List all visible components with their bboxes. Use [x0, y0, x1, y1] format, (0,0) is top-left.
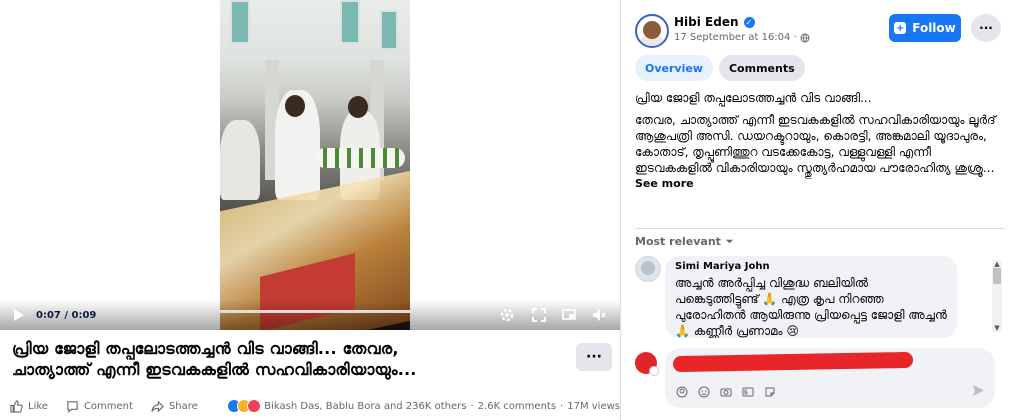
thumbs-up-icon [10, 399, 23, 413]
like-label: Like [28, 400, 48, 412]
engagement-summary: Bikash Das, Bablu Bora and 236K others ·… [227, 399, 620, 413]
post-title-line-2: ചാത്യാത്ത് എന്നീ ഇടവകകളിൽ സഹവികാരിയായും.… [12, 360, 417, 379]
tab-comments[interactable]: Comments [718, 55, 805, 81]
post-title-line-1: പ്രിയ ജോളി തപ്പലോടത്തച്ചൻ വിട വാങ്ങി... … [12, 339, 399, 358]
comment-label: Comment [83, 400, 133, 412]
post-tabs: Overview Comments [635, 55, 811, 81]
chevron-down-icon [725, 239, 734, 244]
comments-scrollbar[interactable]: ▲ ▼ [992, 260, 1002, 332]
video-time: 0:07 / 0:09 [36, 309, 97, 321]
fullscreen-icon[interactable] [530, 306, 548, 324]
mute-icon[interactable] [590, 306, 608, 324]
verified-badge-icon: ✓ [743, 16, 755, 28]
post-date-row: 17 September at 16:04 · [674, 32, 810, 43]
mourner [220, 120, 260, 200]
post-side-panel: Hibi Eden ✓ 17 September at 16:04 · + Fo… [620, 0, 1024, 420]
post-action-bar: Like Comment Share Bikash Das, Bablu Bor… [10, 396, 620, 416]
comment-sort-label: Most relevant [635, 235, 721, 248]
like-button[interactable]: Like [10, 399, 48, 413]
redaction-mark [672, 351, 914, 373]
sticker-icon[interactable] [763, 385, 777, 399]
post-caption: പ്രിയ ജോളി തപ്പലോടത്തച്ചൻ വിട വാങ്ങി... … [635, 90, 1005, 192]
views-count: 17M views [567, 400, 620, 412]
camera-icon[interactable] [719, 385, 733, 399]
commenter-name[interactable]: Simi Mariya John [675, 261, 770, 272]
author-avatar[interactable] [635, 14, 669, 48]
send-icon[interactable] [972, 384, 985, 401]
follow-label: Follow [912, 21, 956, 35]
love-reaction-icon [247, 399, 262, 413]
commenter-avatar[interactable] [635, 256, 661, 282]
emoji-icon[interactable] [697, 385, 711, 399]
comment-button[interactable]: Comment [66, 400, 133, 413]
share-button[interactable]: Share [151, 400, 198, 413]
comment-item: Simi Mariya John അച്ചൻ അർപ്പിച്ച വിശുദ്ധ… [635, 256, 1015, 346]
globe-icon [800, 33, 810, 42]
see-more-link[interactable]: See more [635, 176, 1005, 192]
church-window [340, 0, 360, 44]
comment-icon [67, 400, 78, 413]
divider [635, 228, 1005, 229]
comment-composer[interactable] [665, 348, 995, 408]
scrollbar-thumb[interactable] [993, 268, 1001, 284]
comment-bubble: Simi Mariya John അച്ചൻ അർപ്പിച്ച വിശുദ്ധ… [665, 256, 957, 338]
flower-wreath [315, 148, 405, 168]
video-player[interactable]: 0:07 / 0:09 [0, 0, 620, 330]
author-name-row: Hibi Eden ✓ [674, 15, 755, 29]
reactions-text[interactable]: Bikash Das, Bablu Bora and 236K others [264, 401, 466, 412]
author-name[interactable]: Hibi Eden [674, 15, 739, 29]
scroll-down-arrow-icon[interactable]: ▼ [992, 324, 1002, 332]
caption-body: തേവര, ചാത്യാത്ത് എന്നീ ഇടവകകളിൽ സഹവികാരി… [635, 113, 996, 175]
play-icon[interactable] [12, 308, 26, 322]
mourner-head [348, 96, 368, 118]
share-icon [151, 400, 164, 412]
video-post-panel: 0:07 / 0:09 പ്രിയ ജോളി തപ്പലോടത്തച്ചൻ വി… [0, 0, 620, 420]
share-label: Share [168, 400, 198, 412]
post-more-button[interactable]: ··· [576, 343, 612, 371]
viewer-avatar[interactable] [635, 352, 659, 376]
avatar-sticker-icon[interactable] [675, 385, 689, 399]
caption-headline: പ്രിയ ജോളി തപ്പലോടത്തച്ചൻ വിട വാങ്ങി... [635, 91, 872, 105]
page-menu-button[interactable]: ··· [971, 14, 1001, 42]
mourner-head [285, 95, 305, 117]
video-controls: 0:07 / 0:09 [0, 300, 620, 330]
tab-overview[interactable]: Overview [635, 55, 713, 81]
follow-plus-icon: + [894, 22, 907, 34]
church-window [380, 10, 398, 50]
settings-icon[interactable] [498, 306, 516, 324]
post-date[interactable]: 17 September at 16:04 · [674, 32, 797, 43]
church-window [230, 0, 250, 44]
follow-button[interactable]: + Follow [889, 14, 961, 42]
scroll-up-arrow-icon[interactable]: ▲ [992, 260, 1002, 268]
video-frame[interactable] [220, 0, 410, 330]
post-title: പ്രിയ ജോളി തപ്പലോടത്തച്ചൻ വിട വാങ്ങി... … [12, 338, 572, 380]
gif-icon[interactable] [741, 385, 755, 399]
comment-sort-dropdown[interactable]: Most relevant [635, 235, 734, 248]
composer-tools [675, 385, 785, 399]
comment-text: അച്ചൻ അർപ്പിച്ച വിശുദ്ധ ബലിയിൽ പങ്കെടുത്… [675, 276, 947, 338]
picture-in-picture-icon[interactable] [560, 306, 578, 324]
comments-count[interactable]: 2.6K comments [478, 401, 556, 412]
